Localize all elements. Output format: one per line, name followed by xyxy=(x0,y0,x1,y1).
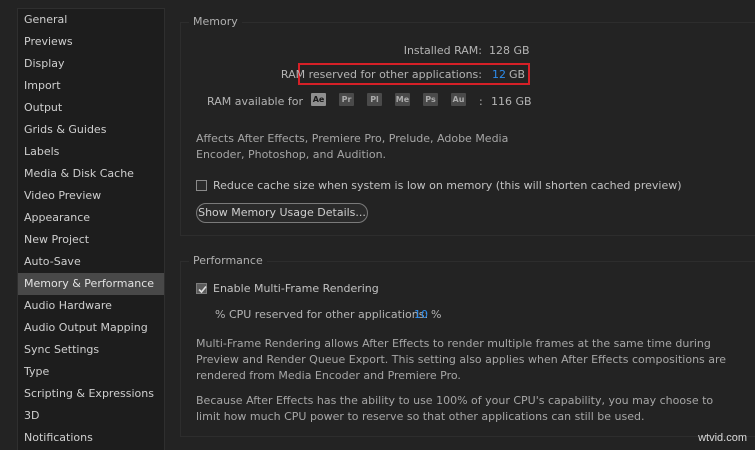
multi-frame-rendering-label[interactable]: Enable Multi-Frame Rendering xyxy=(213,282,379,295)
sidebar-item-display[interactable]: Display xyxy=(18,53,164,75)
memory-affects-description: Affects After Effects, Premiere Pro, Pre… xyxy=(196,132,509,161)
installed-ram-label: Installed RAM: xyxy=(403,44,482,57)
sidebar-item-sync-settings[interactable]: Sync Settings xyxy=(18,339,164,361)
sidebar-item-grids-guides[interactable]: Grids & Guides xyxy=(18,119,164,141)
reduce-cache-label[interactable]: Reduce cache size when system is low on … xyxy=(213,179,682,192)
media-encoder-icon: Me xyxy=(395,93,410,106)
watermark: wtvid.com xyxy=(698,432,747,444)
sidebar-item-import[interactable]: Import xyxy=(18,75,164,97)
cpu-reserved-value[interactable]: 10 xyxy=(414,308,428,321)
preferences-sidebar: General Previews Display Import Output G… xyxy=(17,8,165,450)
sidebar-item-new-project[interactable]: New Project xyxy=(18,229,164,251)
multi-frame-rendering-checkbox[interactable] xyxy=(196,283,207,294)
sidebar-item-memory-performance[interactable]: Memory & Performance xyxy=(18,273,164,295)
premiere-pro-icon: Pr xyxy=(339,93,354,106)
checkmark-icon xyxy=(198,285,207,294)
ram-available-colon: : xyxy=(479,95,483,108)
reserved-ram-label: RAM reserved for other applications: xyxy=(280,68,482,81)
sidebar-item-media-disk-cache[interactable]: Media & Disk Cache xyxy=(18,163,164,185)
ram-available-label: RAM available for xyxy=(207,95,303,108)
ram-available-value: 116 GB xyxy=(491,95,532,108)
audition-icon: Au xyxy=(451,93,466,106)
prelude-icon: Pl xyxy=(367,93,382,106)
cpu-description: Because After Effects has the ability to… xyxy=(196,394,714,423)
sidebar-item-general[interactable]: General xyxy=(18,9,164,31)
performance-section-title: Performance xyxy=(189,254,267,267)
mfr-description: Multi-Frame Rendering allows After Effec… xyxy=(196,337,727,382)
performance-section: Performance Enable Multi-Frame Rendering… xyxy=(180,254,755,437)
after-effects-icon: Ae xyxy=(311,93,326,106)
cpu-reserved-unit: % xyxy=(431,308,442,321)
sidebar-item-type[interactable]: Type xyxy=(18,361,164,383)
memory-section-title: Memory xyxy=(189,15,242,28)
sidebar-item-3d[interactable]: 3D xyxy=(18,405,164,427)
photoshop-icon: Ps xyxy=(423,93,438,106)
sidebar-item-output[interactable]: Output xyxy=(18,97,164,119)
cpu-reserved-label: % CPU reserved for other applications: xyxy=(215,308,429,321)
sidebar-item-labels[interactable]: Labels xyxy=(18,141,164,163)
memory-section: Memory Installed RAM: 128 GB RAM reserve… xyxy=(180,15,755,236)
show-memory-usage-button[interactable]: Show Memory Usage Details... xyxy=(196,203,368,223)
sidebar-item-auto-save[interactable]: Auto-Save xyxy=(18,251,164,273)
sidebar-item-video-preview[interactable]: Video Preview xyxy=(18,185,164,207)
reduce-cache-checkbox[interactable] xyxy=(196,180,207,191)
sidebar-item-audio-output-mapping[interactable]: Audio Output Mapping xyxy=(18,317,164,339)
reserved-ram-unit: GB xyxy=(509,68,526,81)
reserved-ram-value[interactable]: 12 xyxy=(492,68,506,81)
sidebar-item-appearance[interactable]: Appearance xyxy=(18,207,164,229)
sidebar-item-notifications[interactable]: Notifications xyxy=(18,427,164,449)
installed-ram-value: 128 GB xyxy=(489,44,530,57)
sidebar-item-previews[interactable]: Previews xyxy=(18,31,164,53)
sidebar-item-audio-hardware[interactable]: Audio Hardware xyxy=(18,295,164,317)
sidebar-item-scripting-expressions[interactable]: Scripting & Expressions xyxy=(18,383,164,405)
